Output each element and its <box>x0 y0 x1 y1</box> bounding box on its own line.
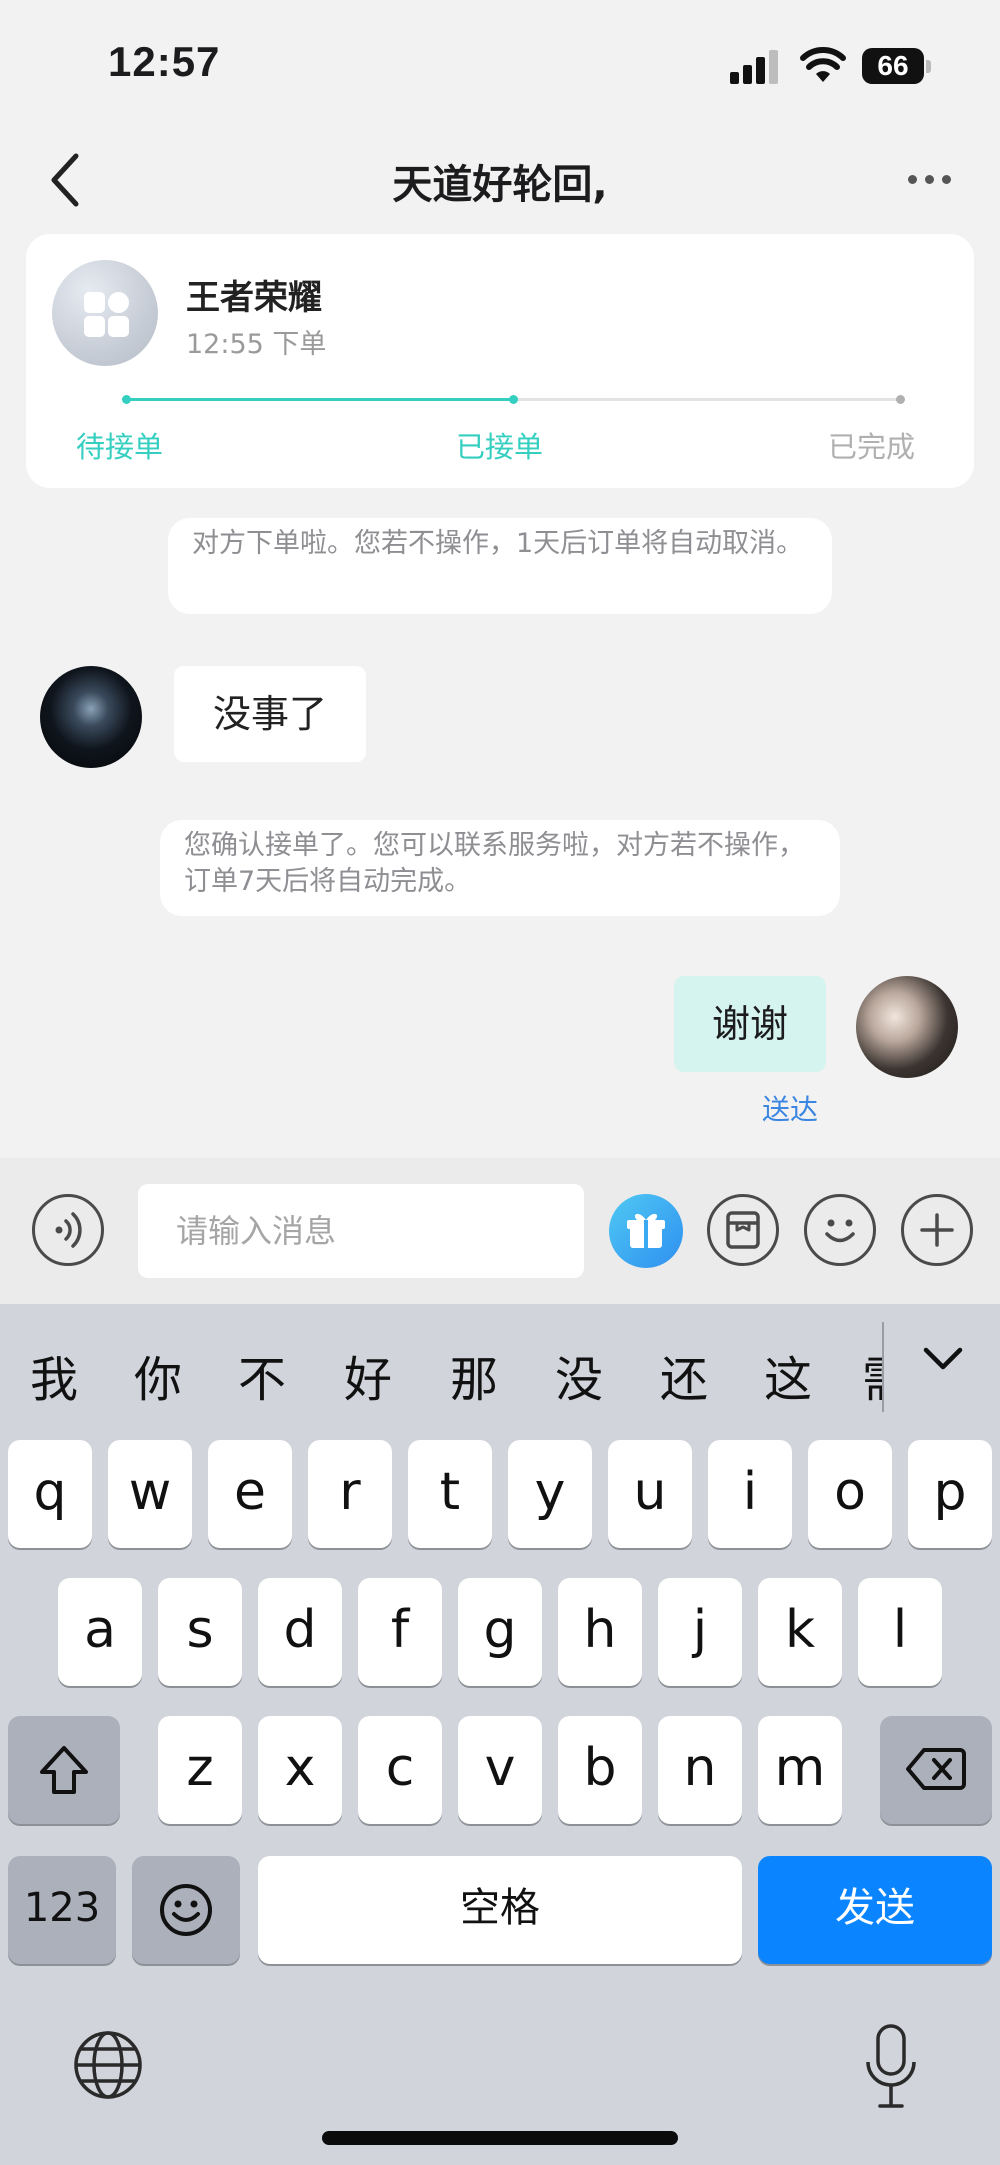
key-q[interactable]: q <box>8 1440 92 1548</box>
step-label-pending: 待接单 <box>76 430 164 464</box>
order-progress-bar <box>122 394 905 406</box>
home-indicator <box>322 2131 678 2145</box>
key-l[interactable]: l <box>858 1578 942 1686</box>
key-m[interactable]: m <box>758 1716 842 1824</box>
order-time: 12:55 下单 <box>186 329 327 360</box>
progress-step-dot <box>509 395 518 404</box>
key-z[interactable]: z <box>158 1716 242 1824</box>
order-box-icon[interactable] <box>707 1194 779 1266</box>
key-s[interactable]: s <box>158 1578 242 1686</box>
game-name: 王者荣耀 <box>186 278 322 318</box>
message-input[interactable] <box>138 1184 584 1278</box>
candidate-word[interactable]: 好 <box>344 1340 392 1410</box>
status-bar: 12:57 66 <box>0 0 1000 120</box>
status-time: 12:57 <box>108 38 221 85</box>
key-j[interactable]: j <box>658 1578 742 1686</box>
key-v[interactable]: v <box>458 1716 542 1824</box>
key-u[interactable]: u <box>608 1440 692 1548</box>
chevron-down-icon[interactable] <box>918 1340 968 1380</box>
emoji-keyboard-key[interactable] <box>132 1856 240 1964</box>
key-t[interactable]: t <box>408 1440 492 1548</box>
chat-header: 天道好轮回, <box>0 130 1000 230</box>
space-key[interactable]: 空格 <box>258 1856 742 1964</box>
plus-icon[interactable] <box>901 1194 973 1266</box>
candidate-divider <box>882 1322 884 1412</box>
key-r[interactable]: r <box>308 1440 392 1548</box>
candidate-word[interactable]: 需 <box>862 1340 882 1410</box>
step-label-accepted: 已接单 <box>456 430 544 464</box>
candidate-word[interactable]: 这 <box>764 1340 812 1410</box>
step-label-completed: 已完成 <box>828 430 916 464</box>
incoming-message-bubble[interactable]: 没事了 <box>174 666 366 762</box>
wifi-icon <box>800 47 846 82</box>
keyboard: 我 你 不 好 那 没 还 这 需 q w e r t y u i o p a … <box>0 1304 1000 2165</box>
key-k[interactable]: k <box>758 1578 842 1686</box>
key-d[interactable]: d <box>258 1578 342 1686</box>
key-x[interactable]: x <box>258 1716 342 1824</box>
outgoing-message-bubble[interactable]: 谢谢 <box>674 976 826 1072</box>
shift-key[interactable] <box>8 1716 120 1824</box>
backspace-icon <box>906 1748 966 1790</box>
candidate-word[interactable]: 我 <box>30 1340 78 1410</box>
voice-icon[interactable] <box>32 1194 104 1266</box>
delivery-status: 送达 <box>762 1093 819 1126</box>
key-g[interactable]: g <box>458 1578 542 1686</box>
delete-key[interactable] <box>880 1716 992 1824</box>
candidate-word[interactable]: 那 <box>450 1340 498 1410</box>
key-n[interactable]: n <box>658 1716 742 1824</box>
key-a[interactable]: a <box>58 1578 142 1686</box>
numbers-key[interactable]: 123 <box>8 1856 116 1964</box>
key-i[interactable]: i <box>708 1440 792 1548</box>
key-b[interactable]: b <box>558 1716 642 1824</box>
progress-step-dot <box>896 395 905 404</box>
key-o[interactable]: o <box>808 1440 892 1548</box>
candidate-word[interactable]: 没 <box>555 1340 603 1410</box>
send-key[interactable]: 发送 <box>758 1856 992 1964</box>
game-logo-icon <box>52 260 158 366</box>
system-notice: 您确认接单了。您可以联系服务啦，对方若不操作，订单7天后将自动完成。 <box>160 820 840 916</box>
progress-fill <box>126 398 513 401</box>
progress-step-dot <box>122 395 131 404</box>
key-p[interactable]: p <box>908 1440 992 1548</box>
candidate-word[interactable]: 还 <box>660 1340 708 1410</box>
gift-icon[interactable] <box>609 1194 683 1268</box>
my-avatar[interactable] <box>856 976 958 1078</box>
contact-avatar[interactable] <box>40 666 142 768</box>
system-notice: 对方下单啦。您若不操作，1天后订单将自动取消。 <box>168 518 832 614</box>
key-c[interactable]: c <box>358 1716 442 1824</box>
candidate-word[interactable]: 你 <box>134 1340 182 1410</box>
signal-icon <box>730 48 782 84</box>
chat-title: 天道好轮回, <box>392 162 608 208</box>
microphone-icon[interactable] <box>860 2022 922 2112</box>
candidate-bar: 我 你 不 好 那 没 还 这 需 <box>0 1304 1000 1434</box>
key-f[interactable]: f <box>358 1578 442 1686</box>
key-h[interactable]: h <box>558 1578 642 1686</box>
emoji-icon[interactable] <box>804 1194 876 1266</box>
message-input-bar <box>0 1158 1000 1304</box>
more-options-icon[interactable] <box>900 160 960 200</box>
key-e[interactable]: e <box>208 1440 292 1548</box>
candidate-word[interactable]: 不 <box>238 1340 286 1410</box>
battery-indicator: 66 <box>862 48 931 84</box>
shift-icon <box>40 1746 88 1794</box>
key-y[interactable]: y <box>508 1440 592 1548</box>
globe-icon[interactable] <box>72 2029 144 2101</box>
key-w[interactable]: w <box>108 1440 192 1548</box>
emoji-icon <box>160 1884 212 1936</box>
order-card[interactable]: 王者荣耀 12:55 下单 待接单 已接单 已完成 <box>26 234 974 488</box>
